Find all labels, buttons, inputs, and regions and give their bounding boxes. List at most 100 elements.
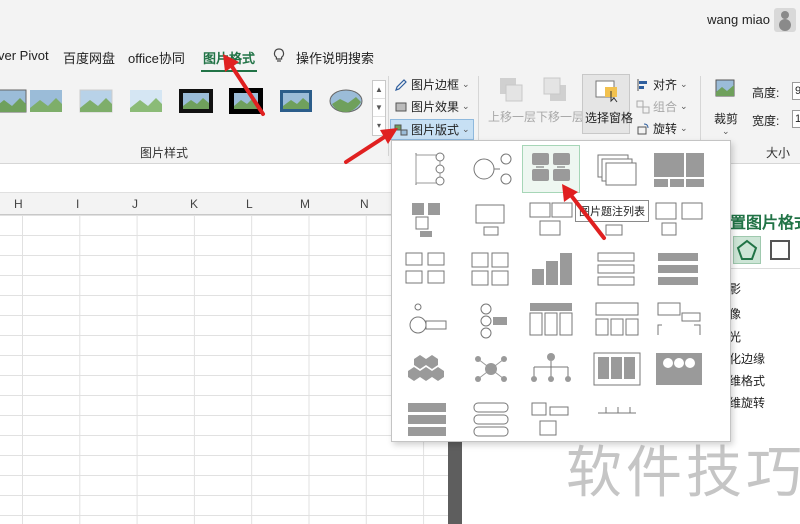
rotate-label: 旋转 [653,122,678,136]
group-separator [388,76,389,156]
layout-option[interactable] [398,195,456,243]
column-header-n[interactable]: N [360,197,369,211]
height-input[interactable]: 9 [792,82,800,100]
layout-option[interactable] [522,245,580,293]
picture-style-8[interactable] [328,86,364,116]
picture-style-3[interactable] [78,86,114,116]
group-button[interactable]: 组合 ⌄ [636,98,688,115]
gallery-down-icon[interactable]: ▼ [373,99,385,117]
rotate-icon [637,123,649,134]
picture-style-4[interactable] [128,86,164,116]
column-header-h[interactable]: H [14,197,23,211]
send-backward-label: 下移一层 [536,110,585,124]
crop-button[interactable]: 裁剪 [714,110,738,127]
chevron-down-icon: ⌄ [680,79,688,89]
layout-option[interactable] [462,295,520,343]
width-input[interactable]: 1 [792,110,800,128]
picture-style-5[interactable] [178,86,214,116]
layout-option[interactable] [398,245,456,293]
picture-style-1[interactable] [0,86,28,116]
layout-tooltip: 图片题注列表 [575,200,649,222]
effects-icon [395,102,407,111]
layout-option[interactable] [650,195,708,243]
pane-item-soft-edges[interactable]: 化边缘 [729,350,765,367]
tab-office-collab[interactable]: office协同 [128,48,185,67]
tab-picture-format[interactable]: 图片格式 [200,48,258,73]
tell-me-search[interactable]: 操作说明搜索 [296,48,374,67]
picture-effects-button[interactable]: 图片效果 ⌄ [394,98,470,115]
bring-forward-button[interactable]: 上移一层 [488,108,536,125]
layout-option[interactable] [522,345,580,393]
height-label: 高度: [752,86,780,100]
pen-icon [395,78,407,91]
layout-option[interactable] [650,345,708,393]
align-label: 对齐 [653,78,678,92]
width-label: 宽度: [752,114,780,128]
lightbulb-icon [273,48,285,62]
layout-option[interactable] [398,345,456,393]
layout-option[interactable] [650,295,708,343]
ribbon-tabs: ver Pivot 百度网盘 office协同 图片格式 操作说明搜索 [0,40,800,73]
layout-option[interactable] [650,145,708,193]
pane-item-3d-format[interactable]: 维格式 [729,372,765,389]
pane-item-3d-rotation[interactable]: 维旋转 [729,394,765,411]
size-properties-tab-icon[interactable] [770,240,790,260]
layout-option[interactable] [398,295,456,343]
cell-grid[interactable] [0,215,448,524]
size-group-label: 大小 [766,146,791,160]
layout-option[interactable] [588,145,646,193]
chevron-down-icon: ⌄ [680,123,688,133]
layout-option[interactable] [522,295,580,343]
tab-baidu-disk[interactable]: 百度网盘 [63,48,115,67]
effects-tab-icon[interactable] [733,236,761,264]
layout-option[interactable] [650,245,708,293]
gallery-scroll[interactable]: ▲ ▼ ▾ [372,80,386,136]
layout-option[interactable] [462,395,520,441]
chevron-down-icon: ⌄ [462,124,470,134]
bring-forward-label: 上移一层 [488,110,537,124]
align-icon [637,78,647,91]
column-header-m[interactable]: M [300,197,310,211]
picture-style-7[interactable] [278,86,314,116]
column-header-k[interactable]: K [190,197,198,211]
tab-power-pivot[interactable]: ver Pivot [0,48,49,63]
picture-layout-button[interactable]: 图片版式 ⌄ [390,119,474,140]
pane-divider [727,268,800,269]
layout-option[interactable] [588,245,646,293]
pentagon-icon [736,239,758,260]
layout-option[interactable] [398,145,456,193]
picture-border-button[interactable]: 图片边框 ⌄ [394,76,470,93]
layout-option[interactable] [588,295,646,343]
gallery-up-icon[interactable]: ▲ [373,81,385,99]
formula-bar[interactable] [0,165,450,193]
picture-styles-label: 图片样式 [140,146,189,160]
send-backward-button[interactable]: 下移一层 [536,108,584,125]
send-backward-icon [543,77,566,101]
chevron-down-icon: ⌄ [462,101,470,111]
picture-style-2[interactable] [28,86,64,116]
user-name[interactable]: wang miao [707,12,770,27]
picture-border-label: 图片边框 [411,78,460,92]
layout-option[interactable] [522,195,580,243]
picture-style-6[interactable] [228,86,264,116]
column-header-l[interactable]: L [246,197,253,211]
layout-option[interactable] [462,245,520,293]
column-header-j[interactable]: J [132,197,138,211]
layout-option[interactable] [462,195,520,243]
crop-chevron-icon[interactable]: ⌄ [722,126,730,137]
rotate-button[interactable]: 旋转 ⌄ [636,120,688,137]
gallery-more-icon[interactable]: ▾ [373,117,385,135]
layout-option[interactable] [462,345,520,393]
picture-effects-label: 图片效果 [411,100,460,114]
layout-option[interactable] [462,145,520,193]
picture-layout-dropdown [391,140,731,442]
picture-layout-label: 图片版式 [411,123,460,137]
layout-option[interactable] [398,395,456,441]
selection-pane-button[interactable]: 选择窗格 [582,74,633,134]
layout-option-captioned-list[interactable] [522,145,580,193]
layout-icon [394,124,408,135]
layout-option[interactable] [588,345,646,393]
column-header-i[interactable]: I [76,197,79,211]
user-avatar[interactable] [774,8,796,32]
align-button[interactable]: 对齐 ⌄ [636,76,688,93]
